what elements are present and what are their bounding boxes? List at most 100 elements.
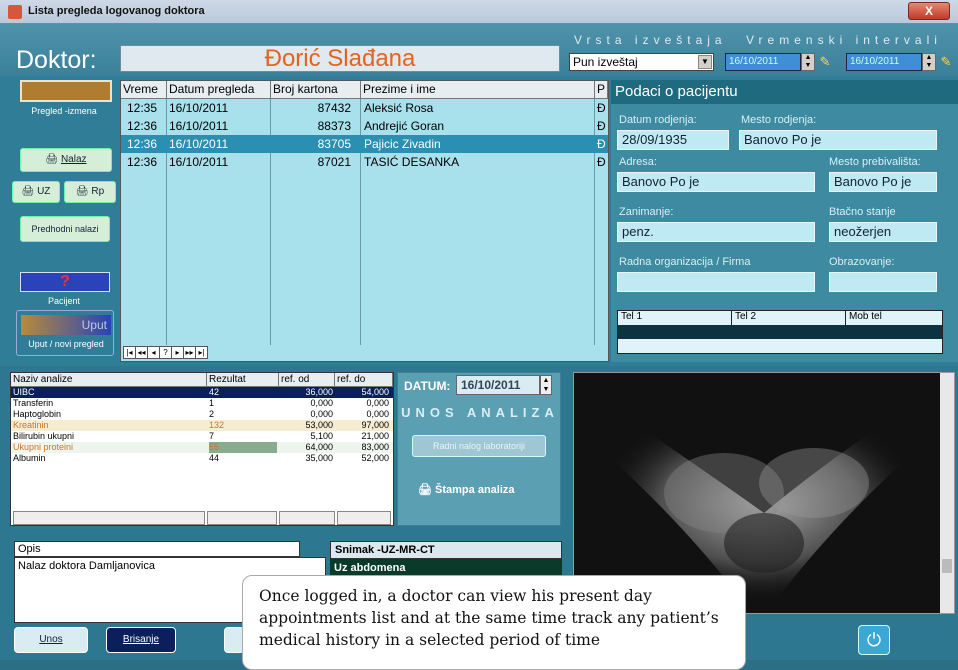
cell-date: 16/10/2011 (169, 119, 229, 133)
cell-p: Đ (597, 101, 606, 115)
vrsta-izvestaja-label: Vrsta izveštaja (574, 33, 727, 47)
bracno-stanje-field[interactable]: neožerjen (829, 222, 937, 242)
nalaz-label: Nalaz (60, 154, 87, 165)
horizontal-scrollbar[interactable] (337, 511, 391, 525)
nav-button[interactable]: ▸| (195, 346, 208, 359)
printer-icon: 🖨 (45, 154, 61, 165)
cell-name: Transferin (13, 398, 54, 408)
date-from-field[interactable]: 16/10/2011 (725, 53, 801, 71)
cell-name: Ukupni proteini (13, 442, 74, 452)
analysis-row[interactable]: Albumin 44 35,000 52,000 (11, 453, 393, 464)
zanimanje-label: Zanimanje: (619, 206, 674, 218)
uput-label: Uput (21, 315, 111, 335)
cell-res: 1 (209, 398, 215, 408)
appointment-row[interactable]: 12:35 16/10/2011 87432 Aleksić Rosa Đ (121, 99, 608, 117)
appointment-row[interactable]: 12:36 16/10/2011 83705 Pajicic Zivadin Đ (121, 135, 608, 153)
calendar-icon[interactable]: ✎ (938, 53, 954, 71)
cell-date: 16/10/2011 (169, 101, 229, 115)
doktor-label: Doktor: (16, 46, 97, 74)
cell-date: 16/10/2011 (169, 137, 229, 151)
phone-row[interactable] (618, 325, 942, 339)
cell-to: 83,000 (361, 442, 389, 452)
date-from-spinner[interactable]: ▲ ▼ (801, 53, 815, 71)
column-header[interactable]: P (595, 81, 608, 99)
cell-karton: 88373 (317, 119, 351, 133)
prethodni-nalazi-button[interactable]: Predhodni nalazi (20, 216, 110, 242)
horizontal-scrollbar[interactable] (207, 511, 277, 525)
obrazovanje-field[interactable] (829, 272, 937, 292)
rp-button[interactable]: 🖨 Rp (64, 181, 116, 203)
record-navigator[interactable]: |◂ ◂◂ ◂? ▸ ▸▸ ▸| (123, 346, 208, 360)
cell-res: 132 (209, 420, 225, 430)
firma-label: Radna organizacija / Firma (619, 256, 751, 268)
uz-button[interactable]: 🖨 UZ (12, 181, 60, 203)
column-header[interactable]: ref. do (335, 373, 393, 387)
cell-from: 64,000 (305, 442, 333, 452)
pob-label: Mesto rodjenja: (741, 114, 817, 126)
column-header[interactable]: Rezultat (207, 373, 279, 387)
unos-button[interactable]: Unos (14, 627, 88, 653)
power-icon[interactable]: ⏻ (858, 625, 890, 655)
phone-table[interactable]: Tel 1 Tel 2 Mob tel (617, 310, 943, 354)
cell-karton: 83705 (317, 137, 351, 151)
title-bar: Lista pregleda logovanog doktora X (0, 0, 958, 24)
date-to-field[interactable]: 16/10/2011 (846, 53, 922, 71)
nalaz-button[interactable]: 🖨 Nalaz (20, 148, 112, 172)
column-header[interactable]: Prezime i ime (361, 81, 595, 99)
cell-res: 2 (209, 409, 215, 419)
cell-from: 53,000 (305, 420, 333, 430)
adresa-label: Adresa: (619, 156, 657, 168)
stampa-analiza-button[interactable]: 🖨 Štampa analiza (418, 483, 552, 499)
cell-to: 52,000 (361, 453, 389, 463)
column-header[interactable]: ref. od (279, 373, 335, 387)
caption-callout: Once logged in, a doctor can view his pr… (242, 575, 746, 670)
appointment-row[interactable]: 12:36 16/10/2011 87021 TASIĆ DESANKA Đ (121, 153, 608, 171)
cell-from: 5,100 (310, 431, 333, 441)
analysis-row[interactable]: Kreatinin 132 53,000 97,000 (11, 420, 393, 431)
datum-spinner[interactable]: ▲ ▼ (540, 375, 552, 395)
window-title: Lista pregleda logovanog doktora (28, 5, 205, 17)
vrsta-selected-value: Pun izveštaj (573, 55, 638, 69)
pob-field[interactable]: Banovo Po je (739, 130, 937, 150)
uput-button[interactable]: Uput Uput / novi pregled (16, 310, 114, 356)
cell-name: Albumin (13, 453, 46, 463)
cell-karton: 87021 (317, 155, 351, 169)
snimak-header: Snimak -UZ-MR-CT (330, 541, 562, 559)
analysis-row[interactable]: UIBC 42 36,000 54,000 (11, 387, 393, 398)
zanimanje-field[interactable]: penz. (617, 222, 815, 242)
cell-name: Kreatinin (13, 420, 49, 430)
brisanje-button[interactable]: Brisanje (106, 627, 176, 653)
radni-nalog-button[interactable]: Radni nalog laboratoriji (412, 435, 546, 457)
analysis-row[interactable]: Ukupni proteini 55 64,000 83,000 (11, 442, 393, 453)
analysis-row[interactable]: Haptoglobin 2 0,000 0,000 (11, 409, 393, 420)
dob-field[interactable]: 28/09/1935 (617, 130, 729, 150)
date-to-spinner[interactable]: ▲ ▼ (922, 53, 936, 71)
column-header[interactable]: Datum pregleda (167, 81, 271, 99)
horizontal-scrollbar[interactable] (13, 511, 205, 525)
pregled-izmena-button[interactable] (20, 80, 112, 102)
firma-field[interactable] (617, 272, 815, 292)
column-header[interactable]: Vreme (121, 81, 167, 99)
pacijent-button[interactable]: ? (20, 272, 110, 292)
prebivaliste-field[interactable]: Banovo Po je (829, 172, 937, 192)
rp-label: Rp (91, 186, 105, 197)
datum-field[interactable]: 16/10/2011 (456, 375, 540, 395)
analysis-row[interactable]: Bilirubin ukupni 7 5,100 21,000 (11, 431, 393, 442)
close-button[interactable]: X (908, 2, 950, 20)
vrsta-izvestaja-select[interactable]: Pun izveštaj ▼ (569, 53, 714, 71)
extra-button[interactable] (224, 627, 244, 653)
appointment-row[interactable]: 12:36 16/10/2011 88373 Andrejić Goran Đ (121, 117, 608, 135)
cell-name: UIBC (13, 387, 35, 397)
chevron-down-icon[interactable]: ▼ (698, 55, 712, 69)
bracno-stanje-label: Btačno stanje (829, 206, 896, 218)
calendar-icon[interactable]: ✎ (817, 53, 833, 71)
cell-time: 12:36 (127, 137, 158, 151)
analysis-row[interactable]: Transferin 1 0,000 0,000 (11, 398, 393, 409)
analyses-table[interactable]: Naziv analize Rezultat ref. od ref. do U… (10, 372, 394, 526)
column-header[interactable]: Naziv analize (11, 373, 207, 387)
adresa-field[interactable]: Banovo Po je (617, 172, 815, 192)
horizontal-scrollbar[interactable] (279, 511, 335, 525)
cell-res: 44 (209, 453, 220, 463)
appointments-table[interactable]: Vreme Datum pregleda Broj kartona Prezim… (120, 80, 609, 362)
column-header[interactable]: Broj kartona (271, 81, 361, 99)
